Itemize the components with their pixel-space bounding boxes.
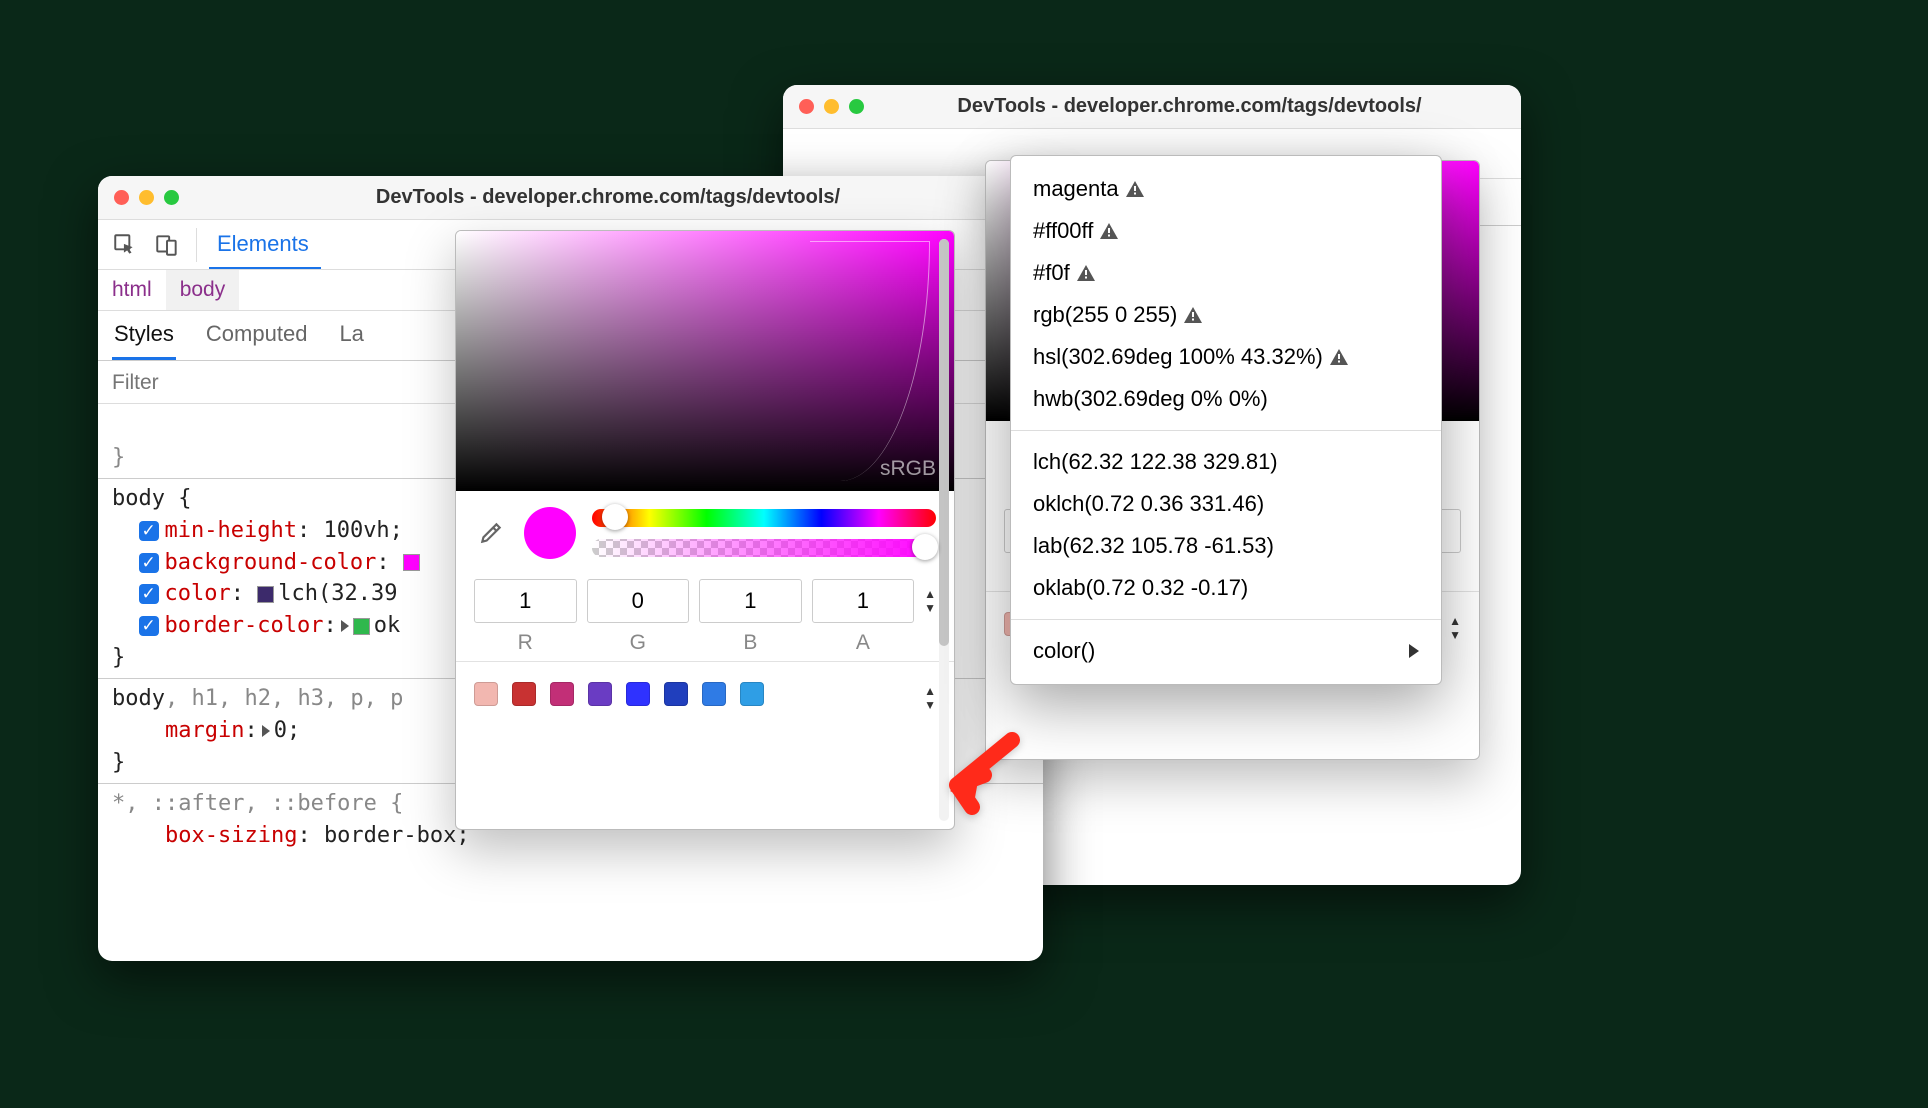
format-cycle-icon[interactable]: ▲▼: [924, 579, 936, 615]
inspect-element-icon[interactable]: [108, 228, 142, 262]
window-title: DevTools - developer.chrome.com/tags/dev…: [874, 95, 1505, 118]
color-format-menu: magenta #ff00ff #f0f rgb(255 0 255) hsl(…: [1010, 155, 1442, 685]
traffic-lights: [114, 190, 179, 205]
format-option[interactable]: hsl(302.69deg 100% 43.32%): [1011, 336, 1441, 378]
slider-thumb[interactable]: [602, 504, 628, 530]
warning-icon: [1183, 306, 1203, 324]
menu-separator: [1011, 430, 1441, 431]
palette-swatch[interactable]: [588, 682, 612, 706]
minimize-icon[interactable]: [824, 99, 839, 114]
color-swatch-icon[interactable]: [403, 554, 420, 571]
warning-icon: [1329, 348, 1349, 366]
channel-g-input[interactable]: [587, 579, 690, 623]
toggle-checkbox[interactable]: [139, 521, 159, 541]
palette-swatch[interactable]: [664, 682, 688, 706]
channel-g-label: G: [587, 623, 690, 655]
toggle-checkbox[interactable]: [139, 553, 159, 573]
format-option-submenu[interactable]: color(): [1011, 630, 1441, 672]
titlebar: DevTools - developer.chrome.com/tags/dev…: [98, 176, 1043, 220]
toggle-checkbox[interactable]: [139, 616, 159, 636]
palette-swatch[interactable]: [740, 682, 764, 706]
palette-swatch[interactable]: [550, 682, 574, 706]
current-color-swatch: [524, 507, 576, 559]
slider-thumb[interactable]: [912, 534, 938, 560]
subtab-computed[interactable]: Computed: [204, 311, 310, 360]
expand-icon[interactable]: [262, 725, 270, 737]
format-option[interactable]: oklab(0.72 0.32 -0.17): [1011, 567, 1441, 609]
warning-icon: [1125, 180, 1145, 198]
color-picker: sRGB R G B A ▲▼: [455, 230, 955, 830]
close-icon[interactable]: [799, 99, 814, 114]
spectrum[interactable]: sRGB: [456, 231, 954, 491]
channel-inputs: R G B A ▲▼: [456, 569, 954, 661]
palette-cycle-icon[interactable]: ▲▼: [924, 676, 936, 712]
crumb-body[interactable]: body: [166, 270, 240, 310]
eyedropper-icon[interactable]: [474, 516, 508, 550]
window-title: DevTools - developer.chrome.com/tags/dev…: [189, 186, 1027, 209]
gamut-boundary: [810, 241, 930, 481]
format-option[interactable]: lab(62.32 105.78 -61.53): [1011, 525, 1441, 567]
format-option[interactable]: lch(62.32 122.38 329.81): [1011, 441, 1441, 483]
color-swatch-icon[interactable]: [257, 586, 274, 603]
warning-icon: [1076, 264, 1096, 282]
palette-swatch[interactable]: [702, 682, 726, 706]
subtab-styles[interactable]: Styles: [112, 311, 176, 360]
format-option[interactable]: hwb(302.69deg 0% 0%): [1011, 378, 1441, 420]
annotation-arrow-icon: [932, 725, 1022, 821]
tab-elements[interactable]: Elements: [209, 221, 321, 269]
palette-swatch[interactable]: [626, 682, 650, 706]
traffic-lights: [799, 99, 864, 114]
zoom-icon[interactable]: [164, 190, 179, 205]
menu-separator: [1011, 619, 1441, 620]
subtab-layout[interactable]: La: [337, 311, 365, 360]
hue-slider[interactable]: [592, 509, 936, 527]
format-option[interactable]: #ff00ff: [1011, 210, 1441, 252]
chevron-right-icon: [1409, 644, 1419, 658]
channel-r-label: R: [474, 623, 577, 655]
picker-controls: [456, 491, 954, 569]
titlebar: DevTools - developer.chrome.com/tags/dev…: [783, 85, 1521, 129]
palette-row: ▲▼: [456, 661, 954, 726]
channel-a-input[interactable]: [812, 579, 915, 623]
crumb-html[interactable]: html: [98, 270, 166, 310]
close-icon[interactable]: [114, 190, 129, 205]
palette-swatch[interactable]: [474, 682, 498, 706]
palette-swatch[interactable]: [512, 682, 536, 706]
warning-icon: [1099, 222, 1119, 240]
channel-b-label: B: [699, 623, 802, 655]
zoom-icon[interactable]: [849, 99, 864, 114]
gamut-label: sRGB: [880, 457, 936, 481]
format-option[interactable]: rgb(255 0 255): [1011, 294, 1441, 336]
alpha-slider[interactable]: [592, 539, 936, 557]
channel-r-input[interactable]: [474, 579, 577, 623]
format-option[interactable]: magenta: [1011, 168, 1441, 210]
toggle-checkbox[interactable]: [139, 584, 159, 604]
format-option[interactable]: oklch(0.72 0.36 331.46): [1011, 483, 1441, 525]
device-toggle-icon[interactable]: [150, 228, 184, 262]
channel-b-input[interactable]: [699, 579, 802, 623]
minimize-icon[interactable]: [139, 190, 154, 205]
format-option[interactable]: #f0f: [1011, 252, 1441, 294]
expand-icon[interactable]: [341, 620, 349, 632]
channel-a-label: A: [812, 623, 915, 655]
palette-cycle-icon[interactable]: ▲▼: [1449, 606, 1461, 642]
color-swatch-icon[interactable]: [353, 618, 370, 635]
